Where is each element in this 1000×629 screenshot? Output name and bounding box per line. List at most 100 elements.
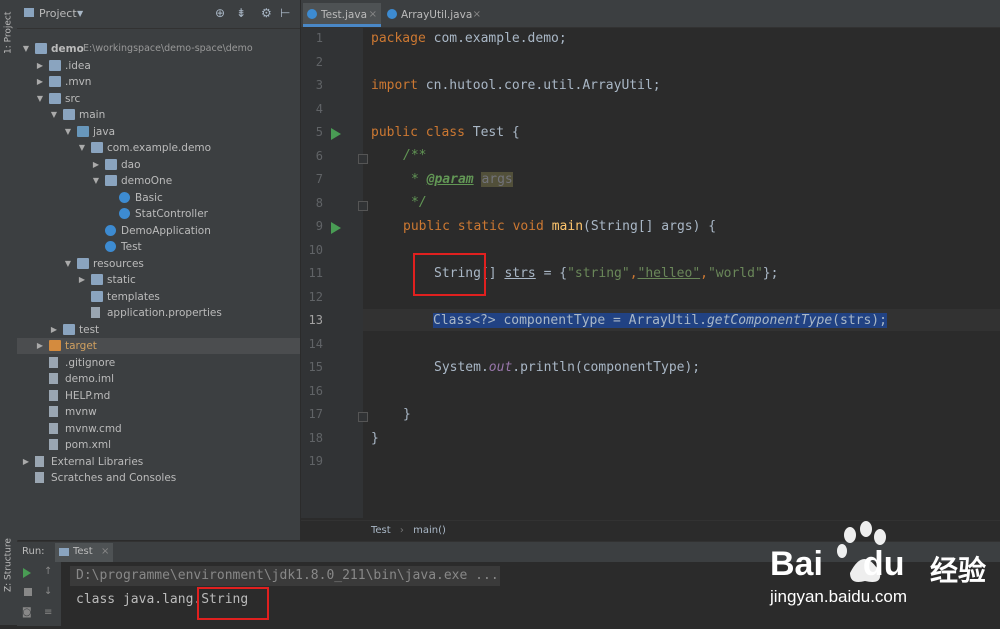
excluded-folder-icon	[49, 340, 61, 351]
properties-file-icon	[91, 307, 100, 318]
line-number: 12	[308, 289, 323, 304]
breadcrumb-class[interactable]: Test	[371, 525, 391, 536]
tree-item[interactable]: .gitignore	[17, 355, 300, 371]
tree-item[interactable]: ▼ demoOne	[17, 173, 300, 189]
line-number: 9	[315, 219, 323, 233]
chevron-right-icon[interactable]: ▶	[49, 322, 59, 338]
tree-item[interactable]: templates	[17, 289, 300, 305]
tree-item[interactable]: ▶ test	[17, 322, 300, 338]
code-line-7: * @param args	[411, 172, 513, 187]
tree-item-label: resources	[93, 257, 144, 270]
close-icon[interactable]: ×	[369, 3, 377, 27]
arrow-up-icon[interactable]: ↑	[44, 566, 52, 577]
chevron-down-icon[interactable]: ▼	[63, 124, 73, 140]
chevron-right-icon[interactable]: ▶	[35, 58, 45, 74]
tree-item[interactable]: ▼ java	[17, 124, 300, 140]
tree-item-label: demo.iml	[65, 373, 114, 385]
tree-item[interactable]: ▶ dao	[17, 157, 300, 173]
project-tool-tab[interactable]: 1: Project	[1, 8, 16, 58]
arrow-down-icon[interactable]: ↓	[44, 586, 52, 597]
tab-arrayutil-java[interactable]: ArrayUtil.java ×	[383, 3, 485, 27]
chevron-down-icon[interactable]: ▼	[35, 91, 45, 107]
tree-item[interactable]: ▶ External Libraries	[17, 454, 300, 470]
editor-gutter: 1 2 3 4 5 6 7 8 9 10 11 12 13 14 15 16 17 18 19	[301, 28, 368, 518]
tree-item-label: StatController	[135, 208, 208, 220]
hide-panel-icon[interactable]: ⊢	[280, 6, 290, 20]
tree-item[interactable]: ▶ .mvn	[17, 74, 300, 90]
wrap-icon[interactable]: ≡	[44, 607, 52, 618]
tree-item[interactable]: ▶ target	[17, 338, 300, 354]
chevron-down-icon[interactable]: ▼	[77, 140, 87, 156]
chevron-right-icon[interactable]: ▶	[77, 272, 87, 288]
tree-item[interactable]: ▼ main	[17, 107, 300, 123]
tree-item[interactable]: ▶ static	[17, 272, 300, 288]
tree-item-label: demoOne	[121, 175, 173, 187]
run-gutter-icon[interactable]	[331, 128, 341, 140]
scratches-icon	[35, 472, 44, 483]
chevron-right-icon[interactable]: ▶	[35, 74, 45, 90]
line-number: 10	[308, 242, 323, 257]
tree-item[interactable]: ▼ src	[17, 91, 300, 107]
tree-item[interactable]: mvnw	[17, 404, 300, 420]
project-view-title[interactable]: Project	[39, 7, 77, 20]
collapse-all-icon[interactable]: ⇟	[236, 6, 246, 20]
tree-item[interactable]: Basic	[17, 190, 300, 206]
line-number: 6	[315, 148, 323, 163]
rerun-icon[interactable]	[23, 568, 31, 578]
run-gutter-icon[interactable]	[331, 222, 341, 234]
tree-item[interactable]: demo.iml	[17, 371, 300, 387]
console-icon	[59, 548, 69, 556]
tree-item-label: mvnw.cmd	[65, 422, 122, 435]
tree-item[interactable]: mvnw.cmd	[17, 421, 300, 437]
run-tab-test[interactable]: Test ×	[55, 543, 113, 562]
tree-item[interactable]: Scratches and Consoles	[17, 470, 300, 486]
tree-item[interactable]: Test	[17, 239, 300, 255]
chevron-down-icon[interactable]: ▼	[77, 9, 83, 18]
tree-item[interactable]: HELP.md	[17, 388, 300, 404]
tab-test-java[interactable]: Test.java ×	[303, 3, 381, 27]
fold-marker-icon[interactable]	[358, 153, 368, 164]
close-icon[interactable]: ×	[473, 3, 481, 27]
stop-icon[interactable]	[24, 588, 32, 596]
chevron-down-icon[interactable]: ▼	[63, 256, 73, 272]
tree-item[interactable]: application.properties	[17, 305, 300, 321]
tree-item[interactable]: DemoApplication	[17, 223, 300, 239]
tree-item-label: target	[65, 340, 97, 352]
tree-item[interactable]: pom.xml	[17, 437, 300, 453]
package-icon	[91, 142, 103, 153]
fold-marker-icon[interactable]	[358, 412, 368, 422]
tree-item[interactable]: StatController	[17, 206, 300, 222]
line-number: 19	[308, 454, 323, 468]
tree-item[interactable]: ▼ demo E:\workingspace\demo-space\demo	[17, 41, 300, 57]
tree-item-label: mvnw	[65, 406, 97, 418]
tree-item[interactable]: ▼ com.example.demo	[17, 140, 300, 156]
line-number: 2	[315, 54, 323, 69]
file-icon	[49, 422, 58, 434]
chevron-down-icon[interactable]: ▼	[91, 173, 101, 189]
tree-item[interactable]: ▼ resources	[17, 256, 300, 272]
tree-item-label: HELP.md	[65, 389, 111, 402]
folder-icon	[63, 323, 75, 335]
tree-item-label: .gitignore	[65, 356, 116, 369]
package-icon	[105, 158, 117, 170]
chevron-right-icon[interactable]: ▶	[91, 157, 101, 173]
class-icon	[119, 191, 130, 203]
code-line-6: /**	[403, 148, 427, 163]
structure-tool-tab[interactable]: Z: Structure	[1, 535, 16, 595]
gear-icon[interactable]: ⚙	[261, 6, 272, 20]
chevron-right-icon[interactable]: ▶	[21, 454, 31, 470]
camera-icon[interactable]: ◙	[22, 607, 32, 618]
breadcrumb-method[interactable]: main()	[413, 525, 446, 536]
chevron-right-icon[interactable]: ▶	[35, 338, 45, 354]
code-line-15: System.out.println(componentType);	[434, 360, 701, 375]
code-line-9: public static void main(String[] args) {	[403, 219, 717, 234]
close-icon[interactable]: ×	[101, 546, 109, 557]
file-icon	[49, 406, 58, 417]
tree-item[interactable]: ▶ .idea	[17, 58, 300, 74]
structure-tool-tab-label: Z: Structure	[3, 538, 14, 592]
chevron-down-icon[interactable]: ▼	[21, 41, 31, 57]
locate-icon[interactable]: ⊕	[215, 6, 225, 20]
chevron-down-icon[interactable]: ▼	[49, 107, 59, 123]
fold-marker-icon[interactable]	[358, 200, 368, 211]
markdown-file-icon	[49, 389, 58, 401]
